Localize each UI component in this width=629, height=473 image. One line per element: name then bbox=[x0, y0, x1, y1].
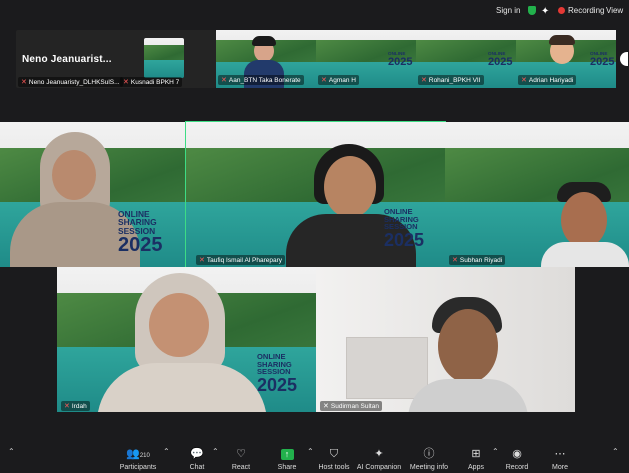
featured-participant-label: ✕ Neno Jeanuaristy_DLHKSulS... bbox=[18, 77, 123, 87]
participant-label: ✕ Irdah bbox=[61, 401, 90, 411]
participant-label: ✕ Subhan Riyadi bbox=[449, 255, 506, 265]
muted-mic-icon: ✕ bbox=[199, 257, 205, 264]
record-dot-icon bbox=[558, 7, 565, 14]
participant-label: ✕ Adrian Hariyadi bbox=[518, 75, 577, 85]
featured-participant-tile[interactable]: Neno Jeanuarist... ✕ Neno Jeanuaristy_DLH… bbox=[16, 30, 216, 88]
muted-mic-icon: ✕ bbox=[421, 77, 427, 84]
video-tile-taufiq[interactable]: ONLINE SHARING SESSION 2025 ✕ Taufiq Ismail… bbox=[185, 121, 446, 268]
video-tile-agman[interactable]: ONLINE 2025 ✕ Agman H bbox=[316, 30, 416, 88]
muted-mic-icon: ✕ bbox=[221, 77, 227, 84]
muted-mic-icon: ✕ bbox=[321, 77, 327, 84]
participants-icon: 👥210 bbox=[126, 448, 150, 460]
participant-label: ✕ Agman H bbox=[318, 75, 359, 85]
participant-label: ✕ Aan_BTN Taka Bonerate bbox=[218, 75, 304, 85]
featured-thumbnail bbox=[144, 38, 184, 78]
video-tile-sudirman[interactable]: ✕ Sudirman Sultan bbox=[316, 267, 575, 412]
more-button[interactable]: ⋯ More bbox=[532, 448, 588, 472]
view-button[interactable]: View bbox=[606, 6, 623, 15]
muted-mic-icon: ✕ bbox=[452, 257, 458, 264]
muted-mic-icon: ✕ bbox=[64, 403, 70, 410]
meeting-toolbar: ⌃ 👥210 Participants ⌃ 💬 Chat ⌃ ♡ React ↑… bbox=[0, 443, 629, 473]
share-arrow-icon: ↑ bbox=[280, 449, 294, 460]
top-bar: Sign in ✦ Recording View bbox=[0, 0, 629, 24]
participant-label: ✕ Rohani_BPKH VII bbox=[418, 75, 484, 85]
participants-button[interactable]: 👥210 Participants bbox=[110, 448, 166, 472]
video-tile-adrian[interactable]: ONLINE 2025 ✕ Adrian Hariyadi bbox=[516, 30, 616, 88]
featured-participant-name: Neno Jeanuarist... bbox=[22, 54, 112, 65]
ai-companion-button[interactable]: ✦ AI Companion bbox=[351, 448, 407, 472]
sparkle-icon: ✦ bbox=[374, 448, 384, 460]
strip-next-arrow-icon[interactable] bbox=[620, 52, 628, 66]
recording-indicator[interactable]: Recording bbox=[558, 6, 604, 15]
video-strip: ✕ Aan_BTN Taka Bonerate ONLINE 2025 ✕ Agman… bbox=[216, 30, 616, 88]
mic-icon: ✕ bbox=[323, 403, 329, 410]
video-tile-subhan[interactable]: ✕ Subhan Riyadi bbox=[445, 122, 629, 267]
sign-in-link[interactable]: Sign in bbox=[496, 6, 520, 15]
toolbar-collapse-caret-icon[interactable]: ⌃ bbox=[612, 447, 619, 456]
muted-mic-icon: ✕ bbox=[123, 79, 129, 86]
video-tile-woman-hijab[interactable]: ONLINE SHARING SESSION 2025 bbox=[0, 122, 186, 267]
participant-label: ✕ Sudirman Sultan bbox=[320, 401, 382, 411]
participant-label: ✕ Taufiq Ismail Al Pharepary bbox=[196, 255, 286, 265]
security-shield-icon[interactable] bbox=[528, 6, 536, 15]
more-dots-icon: ⋯ bbox=[554, 448, 566, 460]
kusnadi-label: ✕ Kusnadi BPKH 7 bbox=[120, 77, 183, 87]
ai-sparkle-icon[interactable]: ✦ bbox=[541, 6, 549, 17]
audio-options-caret-icon[interactable]: ⌃ bbox=[8, 447, 15, 456]
video-tile-rohani[interactable]: ONLINE 2025 ✕ Rohani_BPKH VII bbox=[416, 30, 516, 88]
video-tile-aan[interactable]: ✕ Aan_BTN Taka Bonerate bbox=[216, 30, 316, 88]
muted-mic-icon: ✕ bbox=[21, 79, 27, 86]
video-tile-irdah[interactable]: ONLINE SHARING SESSION 2025 ✕ Irdah bbox=[57, 267, 316, 412]
muted-mic-icon: ✕ bbox=[521, 77, 527, 84]
